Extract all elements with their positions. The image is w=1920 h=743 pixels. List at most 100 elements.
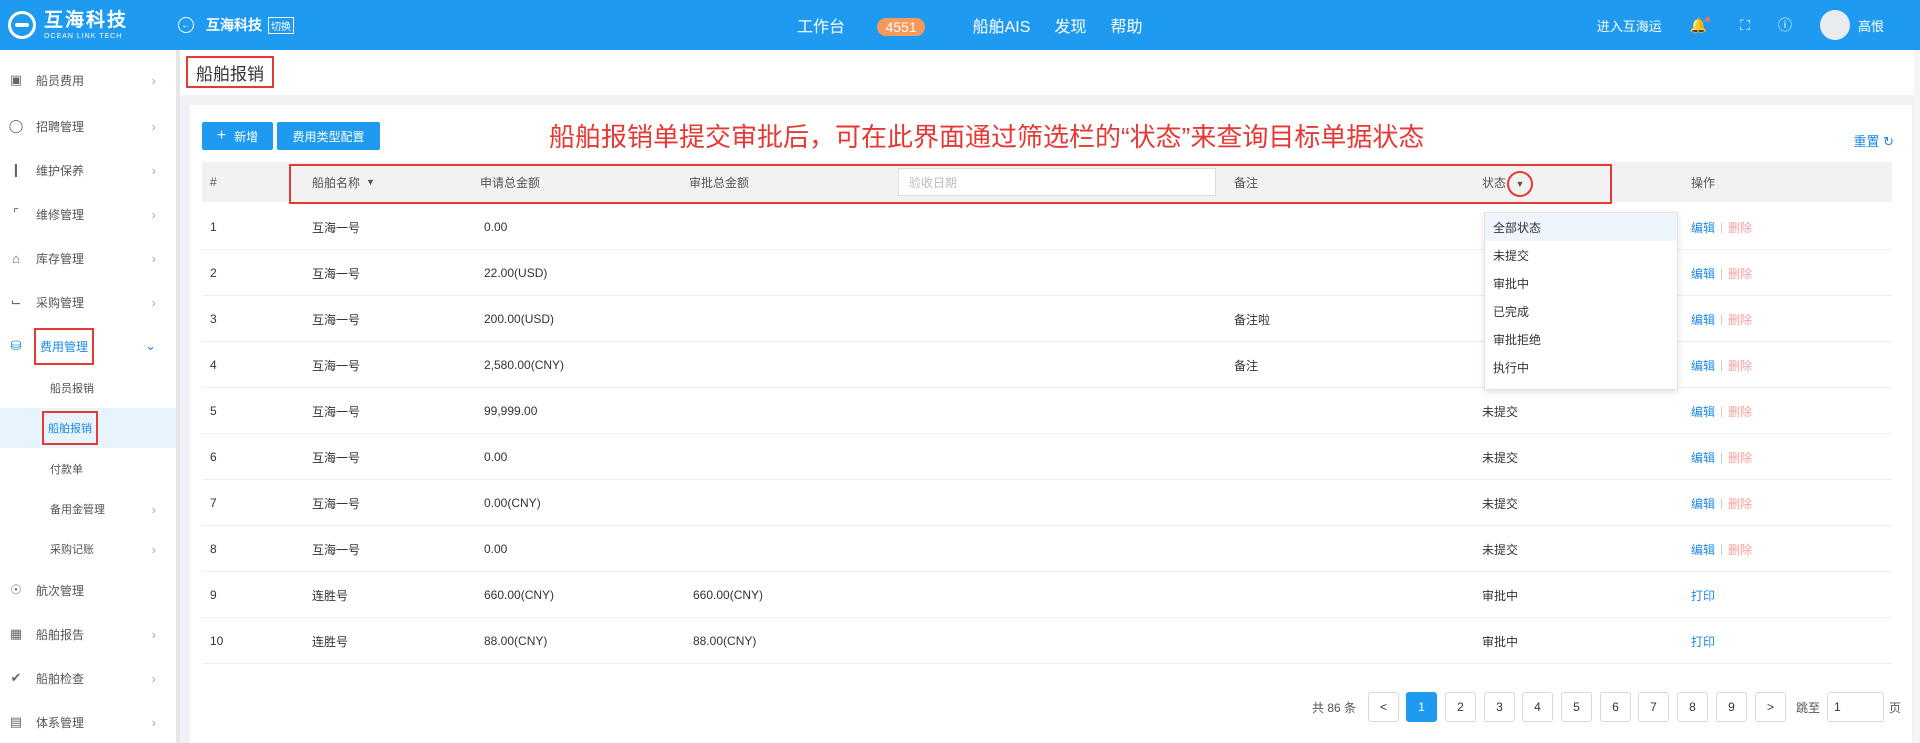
reset-button[interactable]: 重置 ↻ — [1853, 131, 1894, 150]
ops-separator: | — [1720, 542, 1724, 556]
delete-link[interactable]: 删除 — [1728, 495, 1752, 512]
sidebar-subitem-ship-reimburse[interactable]: 船舶报销 — [0, 408, 176, 448]
cell-ops: 编辑 | 删除 — [1691, 250, 1752, 296]
sidebar-item-repair[interactable]: ⌜ 维修管理 › — [0, 194, 176, 234]
sidebar-item-expense[interactable]: ⛁ 费用管理 ⌄ — [0, 326, 176, 366]
status-option-in-approval[interactable]: 审批中 — [1485, 269, 1677, 297]
status-dropdown: 全部状态 未提交 审批中 已完成 审批拒绝 执行中 — [1484, 212, 1678, 390]
ops-separator: | — [1720, 266, 1724, 280]
edit-link[interactable]: 编辑 — [1691, 495, 1715, 512]
status-option-rejected[interactable]: 审批拒绝 — [1485, 325, 1677, 353]
document-icon: ▤ — [9, 714, 23, 729]
page-button[interactable]: 8 — [1677, 692, 1708, 722]
fullscreen-icon[interactable]: ⛶ — [1740, 17, 1750, 34]
tool-icon: ❙ — [10, 162, 22, 177]
page-button[interactable]: 5 — [1561, 692, 1592, 722]
delete-link[interactable]: 删除 — [1728, 541, 1752, 558]
next-page-button[interactable]: > — [1755, 692, 1786, 722]
switch-button[interactable]: 切换 — [268, 16, 294, 34]
expense-type-config-button[interactable]: 费用类型配置 — [277, 122, 380, 150]
edit-link[interactable]: 编辑 — [1691, 265, 1715, 282]
status-option-not-submitted[interactable]: 未提交 — [1485, 241, 1677, 269]
page-button[interactable]: 9 — [1716, 692, 1747, 722]
nav-help[interactable]: 帮助 — [1110, 13, 1142, 37]
chevron-right-icon: › — [151, 501, 156, 517]
chevron-right-icon: › — [151, 714, 156, 730]
delete-link[interactable]: 删除 — [1728, 449, 1752, 466]
notification-dot — [1705, 16, 1711, 22]
page-button[interactable]: 4 — [1522, 692, 1553, 722]
avatar[interactable] — [1819, 10, 1850, 40]
edit-link[interactable]: 编辑 — [1691, 311, 1715, 328]
cell-apply-total: 0.00 — [484, 542, 508, 556]
enter-link[interactable]: 进入互海运 — [1597, 16, 1662, 35]
help-icon[interactable]: ⓘ — [1778, 15, 1792, 35]
sidebar-scrollbar[interactable] — [176, 50, 180, 743]
add-button[interactable]: + 新增 — [202, 122, 273, 150]
cell-ops: 编辑 | 删除 — [1691, 526, 1752, 572]
edit-link[interactable]: 编辑 — [1691, 541, 1715, 558]
user-name[interactable]: 高恨 — [1858, 16, 1884, 35]
page-button[interactable]: 1 — [1406, 692, 1437, 722]
sidebar-item-crew-expense[interactable]: ▣ 船员费用 › — [0, 60, 176, 100]
delete-link[interactable]: 删除 — [1728, 357, 1752, 374]
table-row: 10 连胜号 88.00(CNY) 88.00(CNY) 审批中 打印 — [202, 618, 1892, 664]
sidebar-item-maintenance[interactable]: ❙ 维护保养 › — [0, 150, 176, 190]
cell-approve-total: 660.00(CNY) — [693, 588, 764, 602]
sidebar-item-ship-inspection[interactable]: ✔ 船舶检查 › — [0, 658, 176, 698]
chevron-down-icon: ⌄ — [145, 338, 156, 353]
cell-ship: 互海一号 — [312, 404, 361, 419]
page-button[interactable]: 3 — [1484, 692, 1515, 722]
status-option-all[interactable]: 全部状态 — [1485, 213, 1677, 241]
cell-remark: 备注 — [1234, 358, 1259, 373]
ops-separator: | — [1720, 404, 1724, 418]
delete-link[interactable]: 删除 — [1728, 219, 1752, 236]
sidebar-item-inventory[interactable]: ⌂ 库存管理 › — [0, 238, 176, 278]
cell-apply-total: 0.00 — [484, 220, 508, 234]
cell-ops: 打印 — [1691, 572, 1715, 618]
sidebar-subitem-purchase-ledger[interactable]: 采购记账 › — [0, 529, 176, 569]
sidebar-subitem-petty-cash[interactable]: 备用金管理 › — [0, 489, 176, 529]
cell-index: 5 — [210, 404, 217, 418]
edit-link[interactable]: 编辑 — [1691, 219, 1715, 236]
sidebar-item-system[interactable]: ▤ 体系管理 › — [0, 702, 176, 742]
print-link[interactable]: 打印 — [1691, 587, 1715, 604]
bell-icon[interactable]: 🔔 — [1690, 16, 1712, 34]
caret-down-icon: ▼ — [1515, 179, 1525, 189]
status-option-completed[interactable]: 已完成 — [1485, 297, 1677, 325]
table-row: 6 互海一号 0.00 未提交 编辑 | 删除 — [202, 434, 1892, 480]
col-index: # — [210, 175, 217, 189]
chevron-right-icon: › — [151, 72, 156, 88]
cell-ship: 互海一号 — [312, 496, 361, 511]
status-dropdown-toggle[interactable]: ▼ — [1507, 171, 1533, 197]
logo[interactable]: 互海科技 OCEAN LINK TECH — [0, 11, 170, 40]
status-option-executing[interactable]: 执行中 — [1485, 353, 1677, 381]
page-button[interactable]: 7 — [1638, 692, 1669, 722]
nav-workbench[interactable]: 工作台 4551 — [797, 13, 949, 37]
sidebar-item-ship-report[interactable]: ▦ 船舶报告 › — [0, 614, 176, 654]
edit-link[interactable]: 编辑 — [1691, 357, 1715, 374]
sidebar-item-purchase[interactable]: ⌙ 采购管理 › — [0, 282, 176, 322]
edit-link[interactable]: 编辑 — [1691, 449, 1715, 466]
prev-page-button[interactable]: < — [1368, 692, 1399, 722]
sidebar-subitem-crew-reimburse[interactable]: 船员报销 — [0, 368, 176, 408]
nav-ship-ais[interactable]: 船舶AIS — [973, 13, 1031, 37]
jump-page-input[interactable]: 1 — [1827, 692, 1884, 722]
delete-link[interactable]: 删除 — [1728, 403, 1752, 420]
delete-link[interactable]: 删除 — [1728, 311, 1752, 328]
sidebar-item-recruitment[interactable]: ◯ 招聘管理 › — [0, 106, 176, 146]
page-button[interactable]: 6 — [1600, 692, 1631, 722]
chevron-right-icon: › — [151, 250, 156, 266]
print-link[interactable]: 打印 — [1691, 633, 1715, 650]
chevron-right-icon: › — [151, 118, 156, 134]
sidebar-subitem-payment[interactable]: 付款单 — [0, 449, 176, 489]
company-switcher[interactable]: ← 互海科技 切换 — [178, 15, 294, 35]
sidebar-item-voyage[interactable]: ☉ 航次管理 — [0, 570, 176, 610]
back-arrow-icon[interactable]: ← — [178, 17, 194, 33]
delete-link[interactable]: 删除 — [1728, 265, 1752, 282]
cell-index: 6 — [210, 450, 217, 464]
nav-discover[interactable]: 发现 — [1054, 13, 1086, 37]
page-button[interactable]: 2 — [1445, 692, 1476, 722]
main-scrollbar[interactable] — [1914, 50, 1920, 743]
edit-link[interactable]: 编辑 — [1691, 403, 1715, 420]
